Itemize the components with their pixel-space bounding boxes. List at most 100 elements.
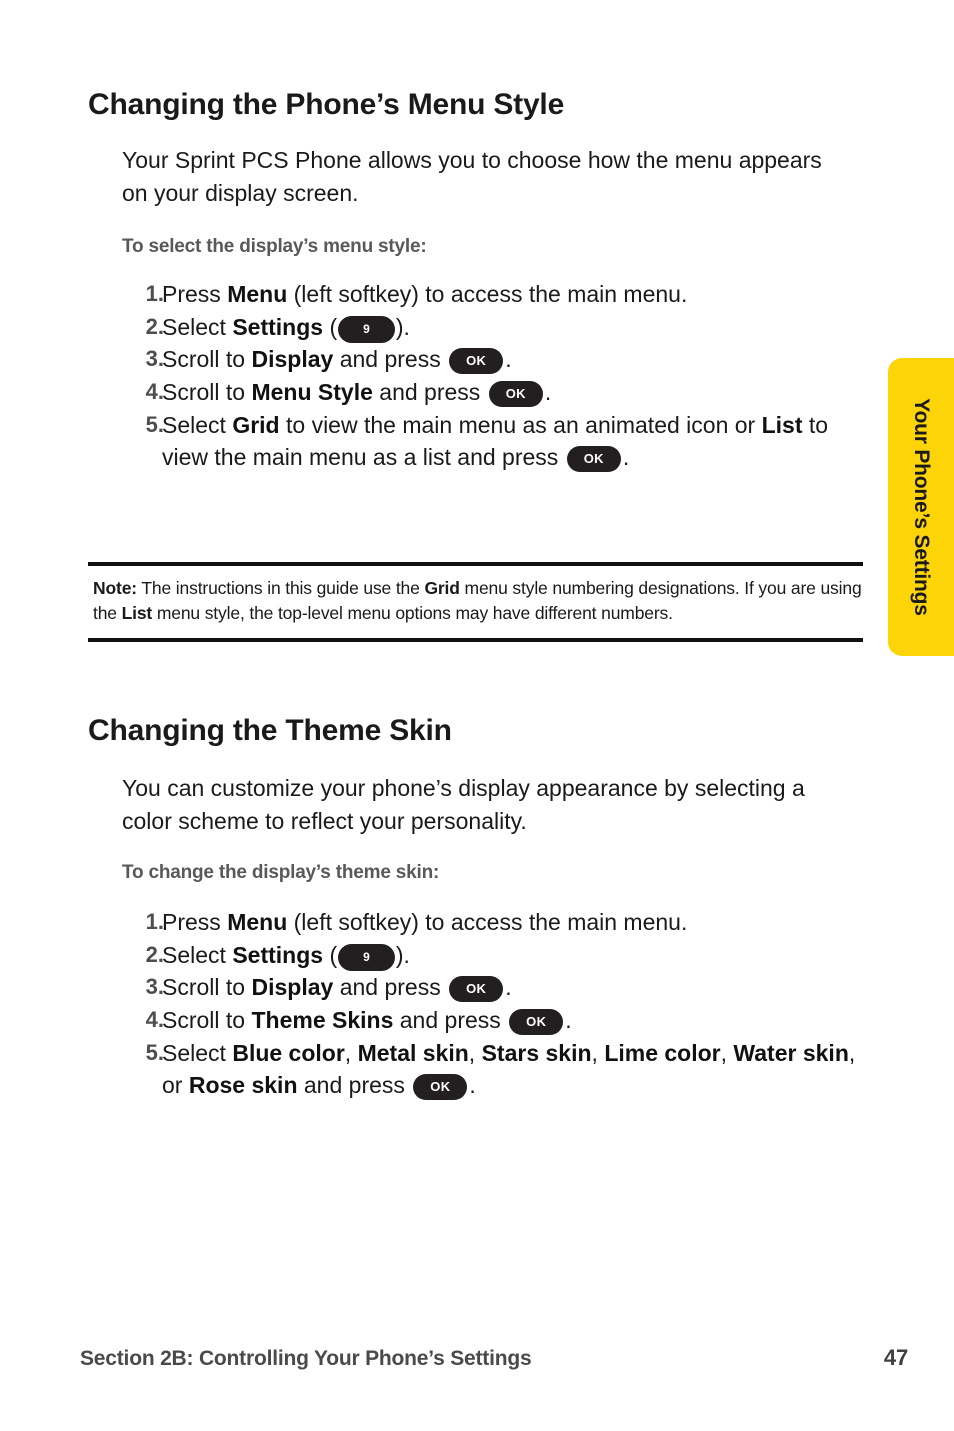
step-text: Select (162, 411, 233, 438)
page-title: Changing the Phone’s Menu Style (88, 88, 565, 121)
step-text: , (720, 1039, 734, 1066)
number-key-9-icon: 9 (338, 943, 395, 971)
step-text: , (344, 1039, 358, 1066)
emphasis-text: Stars skin (481, 1039, 592, 1066)
emphasis-text: Lime color (604, 1039, 721, 1066)
step-text: (left softkey) to access the main menu. (287, 909, 688, 935)
side-tab-label: Your Phone’s Settings (910, 398, 933, 616)
step-text: Select (162, 1039, 233, 1066)
step-text: menu style, the top-level menu options m… (152, 603, 673, 624)
step-text: and press (333, 346, 448, 373)
step-body: Scroll to Display and press OK. (162, 346, 512, 375)
side-tab-your-phones-settings[interactable]: Your Phone’s Settings (888, 358, 954, 656)
step-number: 3. (145, 974, 164, 1000)
step-text: . (505, 974, 512, 1001)
ok-key-icon: OK (488, 380, 543, 407)
intro-paragraph: Your Sprint PCS Phone allows you to choo… (122, 147, 822, 206)
emphasis-text: List (761, 411, 803, 438)
step-text: ( (323, 313, 338, 340)
section-menu-style: Changing the Phone’s Menu Style (88, 88, 863, 122)
step-number: 2. (145, 941, 164, 967)
step-text: and press (297, 1072, 412, 1099)
step-text: to view the main menu as an animated ico… (279, 411, 762, 438)
step-number: 4. (145, 1006, 164, 1032)
emphasis-text: Menu (227, 909, 288, 935)
step-body: Select Settings (9). (162, 941, 410, 971)
step-text: , (468, 1039, 482, 1066)
emphasis-text: List (121, 603, 153, 624)
footer-section-label: Section 2B: Controlling Your Phone’s Set… (80, 1347, 532, 1370)
section-theme-skin: Changing the Theme Skin (88, 714, 863, 748)
section-menu-style-intro: Your Sprint PCS Phone allows you to choo… (122, 144, 852, 209)
step-text: (left softkey) to access the main menu. (287, 281, 688, 307)
ok-key-icon: OK (509, 1008, 564, 1035)
list-item: 3. Scroll to Display and press OK. (88, 971, 863, 1004)
step-number: 1. (145, 281, 164, 306)
step-text: . (544, 378, 552, 405)
step-body: Press Menu (left softkey) to access the … (162, 909, 687, 935)
step-number: 2. (145, 313, 164, 339)
step-text: Press (162, 909, 228, 935)
step-number: 4. (145, 378, 164, 404)
note-text: Note: The instructions in this guide use… (93, 576, 863, 626)
ok-key-icon: OK (413, 1074, 468, 1101)
emphasis-text: Display (251, 974, 334, 1001)
step-number: 3. (145, 346, 164, 372)
step-text: . (622, 444, 630, 471)
step-text: Scroll to (162, 378, 252, 405)
step-body: Select Blue color, Metal skin, Stars ski… (162, 1039, 855, 1101)
step-text: . (469, 1072, 476, 1099)
step-text: ). (395, 941, 410, 968)
emphasis-text: Settings (232, 941, 324, 968)
emphasis-text: Water skin (733, 1039, 849, 1066)
ok-key-icon: OK (449, 348, 504, 375)
emphasis-text: Metal skin (357, 1039, 469, 1066)
step-list-theme-skin: 1. Press Menu (left softkey) to access th… (88, 906, 863, 1102)
list-item: 5. Select Grid to view the main menu as a… (88, 409, 863, 474)
step-body: Scroll to Display and press OK. (162, 974, 512, 1003)
subhead: To select the display’s menu style: (122, 236, 427, 257)
step-number: 5. (145, 1039, 164, 1065)
section-menu-style-steps: 1. Press Menu (left softkey) to access th… (88, 278, 863, 474)
step-text: and press (372, 378, 487, 405)
section-title-theme-skin: Changing the Theme Skin (88, 714, 452, 747)
note-callout: Note: The instructions in this guide use… (88, 562, 863, 643)
list-item: 4. Scroll to Theme Skins and press OK. (88, 1004, 863, 1037)
subhead-theme-skin: To change the display’s theme skin: (122, 862, 440, 883)
step-text: , (591, 1039, 605, 1066)
emphasis-text: Grid (232, 411, 280, 438)
list-item: 5. Select Blue color, Metal skin, Stars s… (88, 1037, 863, 1102)
step-text: Scroll to (162, 1006, 252, 1033)
list-item: 4. Scroll to Menu Style and press OK. (88, 376, 863, 409)
step-text: Press (162, 281, 228, 307)
step-text: Select (162, 941, 233, 968)
step-body: Select Settings (9). (162, 313, 410, 343)
number-key-9-icon: 9 (338, 315, 395, 343)
step-number: 5. (145, 411, 164, 437)
ok-key-icon: OK (449, 976, 504, 1003)
step-text: . (505, 346, 512, 373)
section-theme-skin-intro: You can customize your phone’s display a… (122, 772, 822, 837)
list-item: 2. Select Settings (9). (88, 311, 863, 344)
step-text: The instructions in this guide use the (136, 578, 425, 598)
emphasis-text: Menu (227, 281, 288, 307)
list-item: 1. Press Menu (left softkey) to access th… (88, 278, 863, 311)
step-text: ). (395, 313, 410, 340)
step-text: Scroll to (162, 346, 252, 373)
emphasis-text: Rose skin (188, 1072, 298, 1099)
step-text: ( (323, 941, 338, 968)
intro-paragraph-theme-skin: You can customize your phone’s display a… (122, 775, 805, 834)
step-text: Select (162, 313, 233, 340)
list-item: 2. Select Settings (9). (88, 939, 863, 972)
step-body: Scroll to Menu Style and press OK. (162, 378, 552, 407)
section-menu-style-subhead: To select the display’s menu style: (122, 236, 897, 258)
emphasis-text: Display (251, 346, 334, 373)
emphasis-text: Settings (232, 313, 324, 340)
list-item: 3. Scroll to Display and press OK. (88, 343, 863, 376)
emphasis-text: Menu Style (251, 378, 373, 405)
step-text: and press (393, 1006, 508, 1033)
ok-key-icon: OK (566, 446, 621, 473)
step-body: Select Grid to view the main menu as an … (162, 411, 828, 473)
step-body: Press Menu (left softkey) to access the … (162, 281, 687, 307)
section-theme-skin-subhead: To change the display’s theme skin: (122, 862, 897, 884)
